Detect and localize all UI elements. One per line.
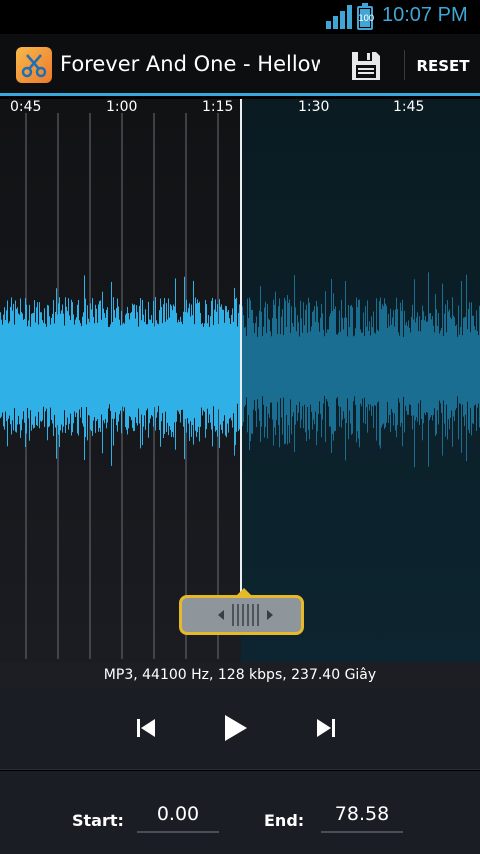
timeline-tick-label: 1:45 (393, 99, 425, 115)
waveform-view[interactable]: 0:45 1:00 1:15 1:30 1:45 (0, 99, 480, 662)
song-title: Forever And One - Helloween (60, 52, 320, 76)
audio-info: MP3, 44100 Hz, 128 kbps, 237.40 Giây (0, 662, 480, 688)
play-button[interactable] (214, 706, 258, 750)
status-clock: 10:07 PM (382, 4, 468, 26)
skip-next-icon (317, 719, 335, 737)
battery-icon: 100 (357, 3, 374, 30)
end-label: End: (264, 811, 305, 830)
timeline-tick-label: 1:00 (106, 99, 138, 115)
skip-previous-icon (137, 719, 155, 737)
reset-button[interactable]: RESET (410, 48, 476, 84)
playback-controls (0, 688, 480, 770)
end-time-input[interactable] (321, 797, 403, 833)
end-marker-line (240, 99, 242, 599)
save-button[interactable] (345, 46, 387, 86)
start-label: Start: (72, 811, 124, 830)
timeline-tick-label: 0:45 (10, 99, 42, 115)
previous-button[interactable] (124, 706, 168, 750)
grip-arrows-icon (218, 604, 273, 626)
status-bar: 100 10:07 PM (0, 0, 480, 34)
floppy-disk-icon (352, 52, 380, 80)
scissors-app-icon[interactable] (16, 47, 52, 83)
handle-pointer-icon (236, 588, 252, 596)
timeline-tick-label: 1:15 (202, 99, 234, 115)
timeline-tick-label: 1:30 (298, 99, 330, 115)
end-marker-handle[interactable] (179, 588, 304, 635)
battery-level: 100 (358, 14, 374, 24)
next-button[interactable] (304, 706, 348, 750)
action-bar: Forever And One - Helloween RESET (0, 34, 480, 96)
play-icon (225, 715, 247, 741)
start-time-input[interactable] (137, 797, 219, 833)
signal-icon (326, 5, 354, 29)
range-inputs: Start: End: (0, 771, 480, 854)
action-divider (404, 50, 405, 80)
